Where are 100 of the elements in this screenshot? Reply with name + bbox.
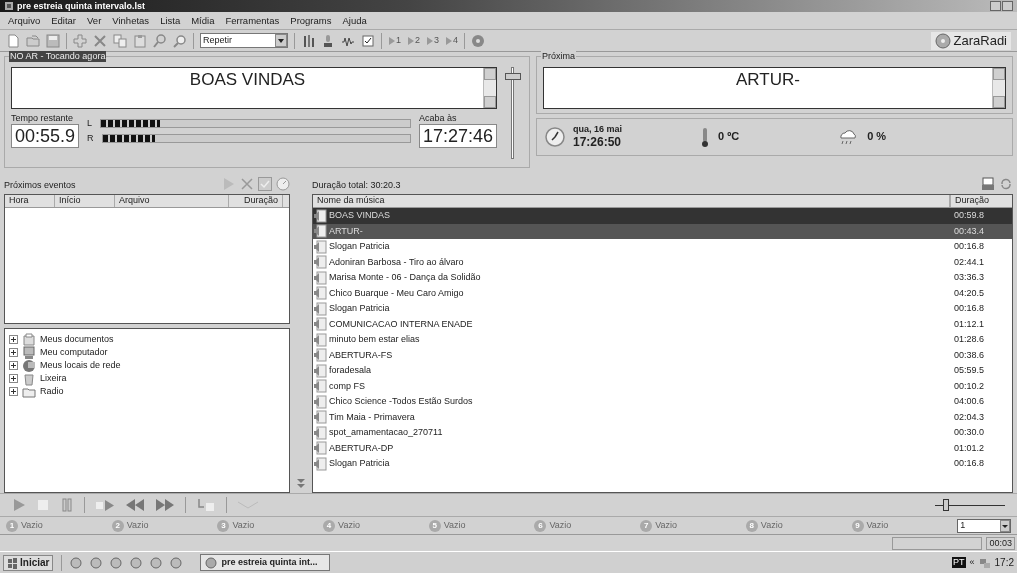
- window-title: pre estreia quinta intervalo.lst: [17, 0, 146, 12]
- taskbar-button[interactable]: pre estreia quinta int...: [200, 554, 331, 571]
- tray-toggle[interactable]: «: [969, 557, 975, 568]
- cart-button[interactable]: 3 Vazio: [217, 519, 324, 532]
- playlist-row[interactable]: Adoniran Barbosa - Tiro ao álvaro 02:44.1: [313, 254, 1012, 270]
- playlist-row[interactable]: Chico Buarque - Meu Caro Amigo 04:20.5: [313, 285, 1012, 301]
- player-button[interactable]: 3: [426, 33, 440, 48]
- play-icon[interactable]: [12, 498, 26, 512]
- playlist-row[interactable]: Slogan Patricia 00:16.8: [313, 239, 1012, 255]
- printer-icon[interactable]: [981, 177, 995, 191]
- double-arrow-icon[interactable]: [296, 478, 306, 489]
- microphone-icon[interactable]: [321, 33, 335, 48]
- elapsed-time: 00:03: [986, 536, 1015, 550]
- cart-button[interactable]: 4 Vazio: [323, 519, 429, 532]
- menu-item[interactable]: Mídia: [191, 14, 215, 27]
- volume-slider[interactable]: [935, 498, 1005, 512]
- menu-item[interactable]: Ajuda: [342, 14, 367, 27]
- audio-file-icon: [313, 317, 327, 332]
- open-folder-icon[interactable]: [26, 33, 40, 48]
- player-button[interactable]: 2: [407, 33, 421, 48]
- expand-icon[interactable]: [9, 374, 18, 383]
- close-icon[interactable]: [240, 177, 254, 191]
- playlist-row[interactable]: ABERTURA-FS 00:38.6: [313, 347, 1012, 363]
- minimize-button[interactable]: [990, 1, 1001, 11]
- checkbox-icon[interactable]: [361, 33, 375, 48]
- playlist-row[interactable]: Slogan Patricia 00:16.8: [313, 456, 1012, 472]
- playlist-row[interactable]: foradesala 05:59.5: [313, 363, 1012, 379]
- check-icon[interactable]: [258, 177, 272, 191]
- language-indicator[interactable]: PT: [952, 557, 966, 568]
- expand-icon[interactable]: [9, 335, 18, 344]
- restore-button[interactable]: [1002, 1, 1013, 11]
- player-button[interactable]: 1: [388, 33, 401, 48]
- menu-item[interactable]: Programs: [290, 14, 332, 27]
- mode-select[interactable]: Repetir: [200, 33, 288, 48]
- cart-button[interactable]: 8 Vazio: [745, 519, 852, 532]
- clock-icon[interactable]: [276, 177, 290, 191]
- playlist-row[interactable]: Slogan Patricia 00:16.8: [313, 301, 1012, 317]
- column-header[interactable]: Arquivo: [115, 195, 229, 207]
- refresh-icon[interactable]: [999, 177, 1013, 191]
- column-header[interactable]: Nome da música: [313, 195, 950, 207]
- cart-button[interactable]: 5 Vazio: [428, 519, 535, 532]
- scrollbar[interactable]: [992, 68, 1005, 108]
- column-header[interactable]: Hora: [5, 195, 55, 207]
- search-icon[interactable]: [153, 33, 167, 48]
- stop-and-play-icon[interactable]: [95, 498, 115, 512]
- scrollbar[interactable]: [483, 68, 496, 108]
- save-icon[interactable]: [46, 33, 60, 48]
- playlist-row[interactable]: comp FS 00:10.2: [313, 378, 1012, 394]
- disc-icon[interactable]: [150, 556, 163, 569]
- delete-icon[interactable]: [93, 33, 107, 48]
- expand-icon[interactable]: [9, 361, 18, 370]
- playlist-row[interactable]: spot_amamentacao_270711 00:30.0: [313, 425, 1012, 441]
- menu-item[interactable]: Vinhetas: [112, 14, 150, 27]
- tree-item[interactable]: Meus documentos: [40, 334, 114, 345]
- menu-item[interactable]: Editar: [51, 14, 77, 27]
- rewind-icon[interactable]: [125, 498, 145, 512]
- copy-icon[interactable]: [113, 33, 127, 48]
- playlist-row[interactable]: Marisa Monte - 06 - Dança da Solidão 03:36.3: [313, 270, 1012, 286]
- search-icon[interactable]: [173, 33, 187, 48]
- column-header[interactable]: Início: [55, 195, 115, 207]
- tree-item[interactable]: Meu computador: [40, 347, 108, 358]
- playlist-row[interactable]: ABERTURA-DP 01:01.2: [313, 440, 1012, 456]
- menu-item[interactable]: Arquivo: [8, 14, 41, 27]
- help-icon[interactable]: [471, 33, 486, 48]
- cart-button[interactable]: 7 Vazio: [640, 519, 746, 532]
- play-icon: [388, 35, 396, 46]
- start-button[interactable]: Iniciar: [3, 554, 54, 571]
- expand-icon[interactable]: [9, 387, 18, 396]
- column-header[interactable]: Duração: [950, 195, 1012, 207]
- menu-item[interactable]: Ver: [87, 14, 102, 27]
- network-icon[interactable]: [978, 556, 991, 569]
- volume-slider-thumb[interactable]: [504, 72, 521, 80]
- tree-item[interactable]: Meus locais de rede: [40, 360, 121, 371]
- plus-icon[interactable]: [73, 33, 87, 48]
- jump-icon[interactable]: [196, 498, 216, 512]
- pause-icon[interactable]: [60, 498, 74, 512]
- cart-button[interactable]: 1 Vazio: [6, 519, 112, 532]
- player-button[interactable]: 4: [445, 33, 459, 48]
- cart-page-select[interactable]: 1: [957, 518, 1012, 533]
- menu-item[interactable]: Lista: [160, 14, 181, 27]
- playlist-row[interactable]: Chico Science -Todos Estão Surdos 04:00.6: [313, 394, 1012, 410]
- playlist-row[interactable]: minuto bem estar elias 01:28.6: [313, 332, 1012, 348]
- fast-forward-icon[interactable]: [155, 498, 175, 512]
- cart-button[interactable]: 6 Vazio: [534, 519, 641, 532]
- new-file-icon[interactable]: [6, 33, 20, 48]
- playlist-row[interactable]: BOAS VINDAS 00:59.8: [313, 208, 1012, 224]
- menu-item[interactable]: Ferramentas: [225, 14, 280, 27]
- playlist-row[interactable]: COMUNICACAO INTERNA ENADE 01:12.1: [313, 316, 1012, 332]
- level-bars-icon[interactable]: [301, 33, 315, 48]
- cart-button[interactable]: 2 Vazio: [111, 519, 218, 532]
- playlist-row[interactable]: Tim Maia - Primavera 02:04.3: [313, 409, 1012, 425]
- audio-file-icon: [313, 348, 327, 363]
- play-icon: [407, 35, 415, 46]
- paste-icon[interactable]: [133, 33, 147, 48]
- cart-button[interactable]: 9 Vazio: [851, 519, 958, 532]
- column-header[interactable]: Duração: [229, 195, 283, 207]
- expand-icon[interactable]: [9, 348, 18, 357]
- tree-item[interactable]: Radio: [40, 386, 64, 397]
- audio-file-icon: [313, 441, 327, 456]
- tree-item[interactable]: Lixeira: [40, 373, 67, 384]
